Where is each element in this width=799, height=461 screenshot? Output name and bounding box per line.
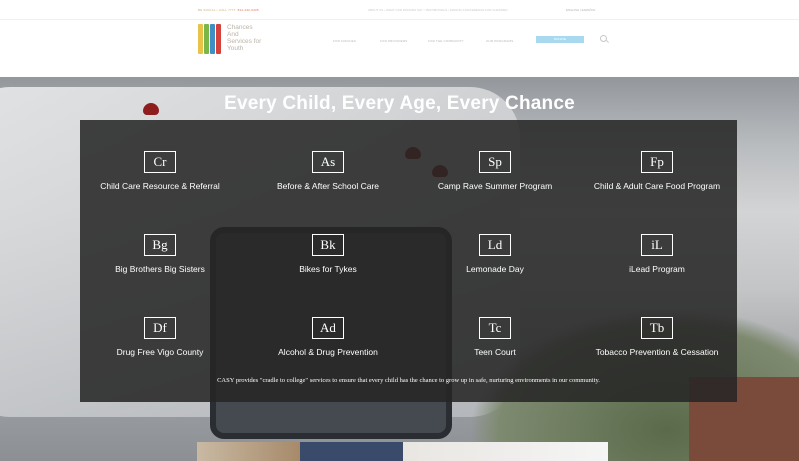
logo-line: Services for [227, 38, 262, 45]
program-item[interactable]: Bk Bikes for Tykes [248, 234, 408, 274]
program-label: Drug Free Vigo County [116, 347, 204, 357]
feature-photo-2[interactable] [300, 442, 403, 461]
header-divider [0, 19, 799, 20]
feature-photo-1[interactable] [197, 442, 300, 461]
program-symbol: Ld [479, 234, 511, 256]
program-label: Big Brothers Big Sisters [115, 264, 205, 274]
logo-mark-icon [198, 24, 226, 54]
phone-link[interactable]: 812-232-6305 [238, 8, 259, 12]
program-label: Before & After School Care [276, 181, 380, 191]
program-symbol: Fp [641, 151, 673, 173]
program-symbol: Tc [479, 317, 511, 339]
program-symbol: Bk [312, 234, 344, 256]
language-switcher[interactable]: ENGLISH | ESPAÑOL [566, 8, 596, 12]
program-symbol: As [312, 151, 344, 173]
program-item[interactable]: Ld Lemonade Day [415, 234, 575, 274]
logo-line: And [227, 31, 239, 38]
program-item[interactable]: Df Drug Free Vigo County [80, 317, 240, 357]
program-symbol: Sp [479, 151, 511, 173]
program-item[interactable]: Bg Big Brothers Big Sisters [80, 234, 240, 274]
logo-text: Chances And Services for Youth [227, 24, 261, 52]
program-label: Bikes for Tykes [299, 264, 357, 274]
program-label: Tobacco Prevention & Cessation [595, 347, 719, 357]
donate-button[interactable]: DONATE [536, 36, 584, 43]
program-item[interactable]: Cr Child Care Resource & Referral [80, 151, 240, 191]
program-item[interactable]: Fp Child & Adult Care Food Program [577, 151, 737, 191]
logo-line: Youth [227, 45, 244, 52]
program-label: Teen Court [474, 347, 516, 357]
program-symbol: Ad [312, 317, 344, 339]
search-icon[interactable] [600, 35, 607, 42]
program-label: Child & Adult Care Food Program [593, 181, 721, 191]
top-bar: BE SOCIAL • CALL 7777: 812-232-6305 ABOU… [0, 0, 799, 20]
program-item[interactable]: Ad Alcohol & Drug Prevention [248, 317, 408, 357]
nav-item-families[interactable]: FOR FAMILIES [333, 39, 356, 43]
site-logo[interactable]: Chances And Services for Youth [198, 22, 288, 58]
feature-photo-3[interactable] [403, 442, 608, 461]
program-symbol: iL [641, 234, 673, 256]
program-symbol: Cr [144, 151, 176, 173]
mission-statement: CASY provides "cradle to college" servic… [217, 377, 600, 384]
program-symbol: Df [144, 317, 176, 339]
program-item[interactable]: iL iLead Program [577, 234, 737, 274]
program-label: Child Care Resource & Referral [100, 181, 220, 191]
utility-links[interactable]: ABOUT US • WHAT OUR DONORS SAY • TESTIMO… [368, 8, 508, 12]
program-symbol: Tb [641, 317, 673, 339]
hero-title: Every Child, Every Age, Every Chance [224, 93, 575, 114]
nav-item-community[interactable]: FOR THE COMMUNITY [428, 39, 464, 43]
logo-line: Chances [227, 24, 253, 31]
program-item[interactable]: Sp Camp Rave Summer Program [415, 151, 575, 191]
program-label: Camp Rave Summer Program [437, 181, 553, 191]
program-item[interactable]: As Before & After School Care [248, 151, 408, 191]
program-item[interactable]: Tb Tobacco Prevention & Cessation [577, 317, 737, 357]
contact-info: BE SOCIAL • CALL 7777: 812-232-6305 [198, 8, 259, 12]
program-item[interactable]: Tc Teen Court [415, 317, 575, 357]
program-label: Alcohol & Drug Prevention [278, 347, 378, 357]
contact-label: BE SOCIAL • CALL 7777: [198, 8, 237, 12]
program-label: iLead Program [629, 264, 685, 274]
program-label: Lemonade Day [466, 264, 524, 274]
program-symbol: Bg [144, 234, 176, 256]
nav-item-providers[interactable]: FOR PROVIDERS [380, 39, 407, 43]
nav-item-programs[interactable]: OUR PROGRAMS [486, 39, 513, 43]
programs-panel: Cr Child Care Resource & Referral As Bef… [80, 120, 737, 402]
